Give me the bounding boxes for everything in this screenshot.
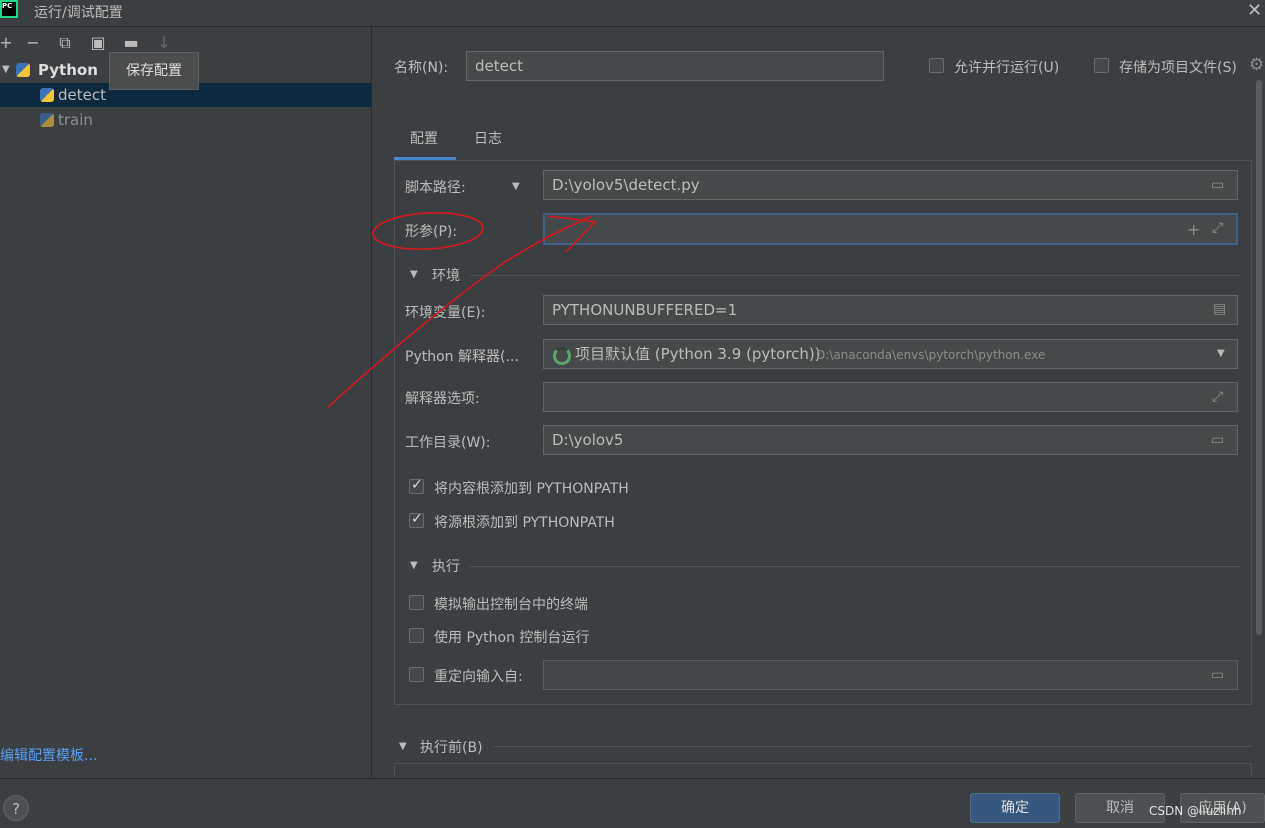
tree-item-label: detect (58, 86, 106, 104)
tab-config[interactable]: 配置 (410, 128, 438, 148)
expand-icon[interactable]: ⤢ (1212, 389, 1223, 405)
expand-icon[interactable]: ⤢ (1212, 220, 1223, 236)
add-content-roots-checkbox[interactable] (409, 477, 424, 494)
ok-button[interactable]: 确定 (970, 793, 1060, 823)
folder-icon[interactable]: ▭ (1211, 432, 1224, 448)
python-icon (40, 88, 54, 102)
script-path-label: 脚本路径: (405, 180, 466, 196)
tab-logs[interactable]: 日志 (474, 128, 502, 148)
plus-icon[interactable]: + (1187, 220, 1200, 239)
help-button[interactable]: ? (3, 795, 29, 821)
chevron-down-icon[interactable]: ▼ (399, 741, 407, 752)
close-icon[interactable]: ✕ (1247, 0, 1262, 21)
tree-item-train[interactable]: train (0, 108, 371, 132)
run-with-console-label: 使用 Python 控制台运行 (434, 630, 590, 646)
tree-root-label: Python (38, 61, 98, 79)
document-icon[interactable]: ▤ (1213, 301, 1226, 317)
scrollbar[interactable] (1256, 80, 1262, 635)
allow-parallel-checkbox[interactable] (929, 58, 944, 73)
divider (494, 746, 1252, 747)
save-icon[interactable]: ▣ (88, 33, 108, 53)
interpreter-select[interactable]: 项目默认值 (Python 3.9 (pytorch)) D:\anaconda… (543, 339, 1238, 369)
interp-options-input[interactable] (543, 382, 1238, 412)
before-launch-list (394, 763, 1252, 777)
params-label: 形参(P): (405, 224, 458, 240)
folder-icon[interactable]: ▭ (1211, 667, 1224, 683)
window-title: 运行/调试配置 (34, 5, 123, 21)
store-project-file-label: 存储为项目文件(S) (1119, 60, 1237, 76)
before-launch-header: 执行前(B) (420, 740, 483, 756)
working-dir-label: 工作目录(W): (405, 435, 491, 451)
working-dir-input[interactable]: D:\yolov5 (543, 425, 1238, 455)
allow-parallel-label: 允许并行运行(U) (954, 60, 1060, 76)
redirect-input-label: 重定向输入自: (434, 669, 523, 685)
add-icon[interactable]: + (0, 33, 16, 53)
interp-options-label: 解释器选项: (405, 391, 480, 407)
run-with-console-checkbox[interactable] (409, 628, 424, 643)
edit-templates-link[interactable]: 编辑配置模板... (0, 745, 97, 765)
pycharm-logo-icon: PC (0, 0, 18, 18)
add-content-roots-label: 将内容根添加到 PYTHONPATH (434, 481, 629, 497)
interpreter-label: Python 解释器(... (405, 349, 519, 365)
title-bar: PC 运行/调试配置 ✕ (0, 0, 1265, 27)
script-type-dropdown-icon[interactable]: ▼ (512, 181, 520, 192)
add-source-roots-label: 将源根添加到 PYTHONPATH (434, 515, 615, 531)
chevron-down-icon[interactable]: ▼ (410, 560, 418, 571)
interpreter-value: 项目默认值 (Python 3.9 (pytorch)) (575, 345, 821, 363)
python-icon (16, 63, 30, 77)
name-label: 名称(N): (394, 60, 449, 76)
store-project-file-checkbox[interactable] (1094, 58, 1109, 73)
chevron-down-icon[interactable]: ▼ (1217, 340, 1225, 368)
folder-icon[interactable]: ▭ (1211, 177, 1224, 193)
env-section-header: 环境 (432, 268, 460, 284)
redirect-input-checkbox[interactable] (409, 667, 424, 682)
env-vars-input[interactable]: PYTHONUNBUFFERED=1 (543, 295, 1238, 325)
chevron-down-icon[interactable]: ▼ (410, 269, 418, 280)
tree-item-label: train (58, 111, 93, 129)
redirect-input-field[interactable] (543, 660, 1238, 690)
divider (470, 566, 1240, 567)
add-source-roots-checkbox[interactable] (409, 511, 424, 528)
remove-icon[interactable]: − (23, 33, 43, 53)
csdn-watermark: CSDN @liuzlihh (1149, 804, 1242, 818)
app-icon-text: PC (2, 2, 16, 16)
name-input[interactable]: detect (466, 51, 884, 81)
python-env-icon (553, 347, 571, 365)
folder-add-icon[interactable]: ▬ (121, 33, 141, 53)
config-tree-panel (0, 27, 372, 777)
divider (470, 275, 1240, 276)
save-config-tooltip: 保存配置 (109, 52, 199, 90)
env-vars-label: 环境变量(E): (405, 305, 486, 321)
params-input[interactable] (543, 213, 1238, 245)
gear-icon[interactable]: ⚙ (1249, 55, 1264, 75)
chevron-down-icon[interactable]: ▼ (2, 64, 10, 75)
emulate-terminal-label: 模拟输出控制台中的终端 (434, 597, 588, 613)
copy-icon[interactable]: ⧉ (55, 33, 75, 53)
sort-icon[interactable]: ↓ (154, 33, 174, 53)
script-path-input[interactable]: D:\yolov5\detect.py (543, 170, 1238, 200)
emulate-terminal-checkbox[interactable] (409, 595, 424, 610)
python-icon (40, 113, 54, 127)
interpreter-path: D:\anaconda\envs\pytorch\python.exe (816, 348, 1046, 362)
exec-section-header: 执行 (432, 559, 460, 575)
